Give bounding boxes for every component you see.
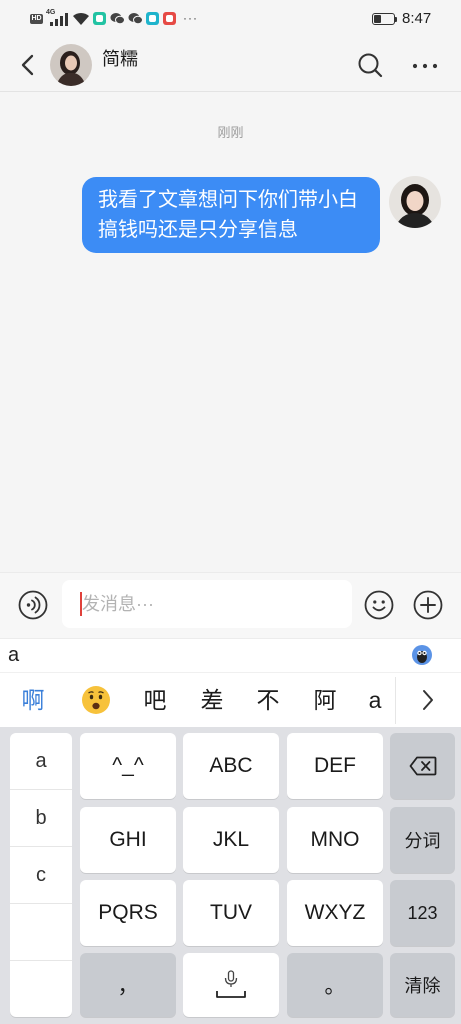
back-chevron-icon[interactable] [14, 51, 42, 79]
signal-icon [50, 13, 68, 26]
clear-key[interactable]: 清除 [390, 953, 455, 1017]
key-jkl[interactable]: JKL [183, 807, 279, 873]
app-notification-icon [146, 12, 159, 25]
battery-nub [395, 16, 397, 22]
backspace-key[interactable] [390, 733, 455, 799]
candidate-5[interactable]: 不 [248, 673, 288, 728]
key-abc[interactable]: ABC [183, 733, 279, 799]
syllable-item-empty [10, 904, 72, 961]
voice-input-icon[interactable] [18, 590, 48, 620]
numeric-key[interactable]: 123 [390, 880, 455, 946]
key-ghi[interactable]: GHI [80, 807, 176, 873]
syllable-list: a b c [10, 733, 72, 1017]
key-pqrs[interactable]: PQRS [80, 880, 176, 946]
app-notification-icon [93, 12, 106, 25]
comma-key[interactable]: ， [80, 953, 176, 1017]
ime-composition-row: a [0, 638, 461, 672]
text-caret [80, 592, 82, 616]
app-notification-icon [163, 12, 176, 25]
contact-name: 简糯 [102, 49, 138, 69]
candidate-7[interactable]: a [355, 673, 395, 728]
hd-icon: HD [30, 14, 43, 24]
wechat-icon [128, 13, 143, 25]
battery-fill [374, 15, 381, 23]
key-tuv[interactable]: TUV [183, 880, 279, 946]
status-bar: HD 4G ··· 8:47 [0, 0, 461, 38]
space-key[interactable] [183, 953, 279, 1017]
chevron-right-icon[interactable] [421, 689, 435, 711]
overflow-indicator: ··· [183, 11, 198, 25]
plus-icon[interactable] [413, 590, 443, 620]
emoji-icon[interactable] [364, 590, 394, 620]
syllable-item[interactable]: a [10, 733, 72, 790]
key-def[interactable]: DEF [287, 733, 383, 799]
message-input[interactable] [62, 580, 352, 628]
t9-keyboard: a b c ^_^ ABC DEF GHI JKL MNO 分词 PQRS TU… [0, 727, 461, 1024]
ime-assistant-icon[interactable] [411, 644, 433, 666]
key-mno[interactable]: MNO [287, 807, 383, 873]
battery-icon [372, 13, 395, 25]
contact-avatar[interactable] [50, 44, 92, 86]
candidate-divider [395, 677, 396, 724]
search-icon[interactable] [356, 51, 384, 79]
wechat-icon [110, 13, 125, 25]
syllable-item[interactable]: b [10, 790, 72, 847]
candidate-3[interactable]: 吧 [135, 673, 175, 728]
backspace-icon [409, 756, 436, 776]
self-avatar[interactable] [389, 176, 441, 228]
wifi-icon [73, 12, 89, 25]
message-bubble-outgoing[interactable]: 我看了文章想问下你们带小白搞钱吗还是只分享信息 [82, 177, 380, 253]
more-dots-icon[interactable] [411, 56, 439, 76]
candidate-1[interactable]: 啊 [13, 673, 53, 728]
frowning-face-emoji-icon[interactable] [81, 685, 111, 715]
candidate-6[interactable]: 阿 [305, 673, 345, 728]
syllable-item[interactable]: c [10, 847, 72, 904]
candidate-4[interactable]: 差 [192, 673, 232, 728]
key-wxyz[interactable]: WXYZ [287, 880, 383, 946]
key-emoticon[interactable]: ^_^ [80, 733, 176, 799]
chat-area: 刚刚 我看了文章想问下你们带小白搞钱吗还是只分享信息 [0, 92, 461, 572]
segment-key[interactable]: 分词 [390, 807, 455, 873]
composition-text: a [8, 644, 20, 666]
period-key[interactable]: 。 [287, 953, 383, 1017]
input-bar [0, 572, 461, 638]
chat-header: 简糯 [0, 38, 461, 92]
ime-candidate-row: 啊 吧 差 不 阿 a [0, 672, 461, 727]
space-key-icon [216, 970, 246, 998]
message-timestamp: 刚刚 [217, 125, 244, 140]
clock-time: 8:47 [402, 10, 432, 27]
